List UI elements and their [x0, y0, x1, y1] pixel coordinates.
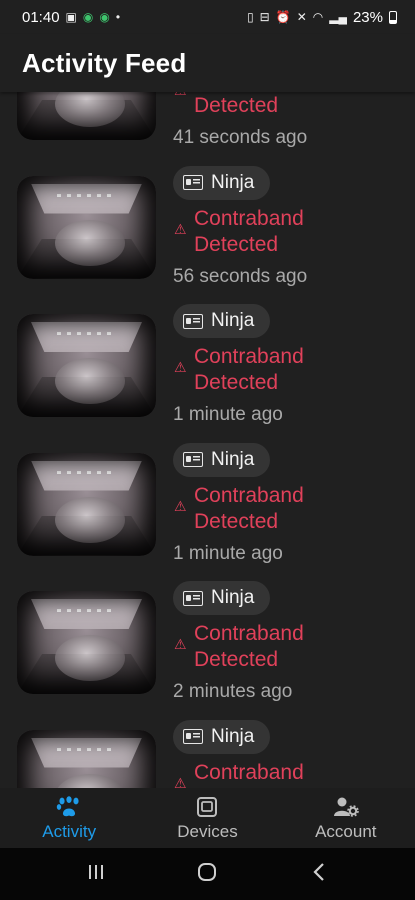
pet-name: Ninja — [211, 448, 255, 470]
mute-icon: ✕ — [296, 10, 307, 24]
snapshot-vignette — [17, 453, 156, 556]
alert-text: Contraband Detected — [194, 622, 304, 671]
pet-name-chip[interactable]: Ninja — [173, 304, 270, 338]
alarm-icon: ⏰ — [275, 10, 291, 24]
home-icon — [197, 862, 217, 887]
paw-icon — [56, 796, 82, 818]
pet-name: Ninja — [211, 587, 255, 608]
status-bar: 01:40 ▣ ◉ ◉ • ▯ ⊟ ⏰ ✕ ◠ ▂▄ 23% — [0, 0, 415, 34]
wifi-calling-icon-2: ◉ — [99, 10, 110, 24]
pet-name: Ninja — [211, 725, 255, 747]
pet-name: Ninja — [211, 310, 255, 331]
app-bar: Activity Feed — [0, 34, 415, 92]
activity-item[interactable]: Ninja ⚠ Contraband Detected 2 minutes ag… — [0, 688, 415, 789]
id-card-icon — [183, 313, 203, 329]
pet-name-chip[interactable]: Ninja — [173, 719, 270, 754]
recents-icon — [87, 864, 105, 885]
status-left: 01:40 ▣ ◉ ◉ • — [22, 9, 120, 26]
camera-snapshot-thumbnail[interactable] — [17, 452, 156, 556]
camera-snapshot-thumbnail[interactable] — [17, 591, 156, 694]
warning-icon: ⚠ — [174, 636, 187, 652]
back-icon — [312, 862, 326, 887]
camera-snapshot-thumbnail[interactable] — [17, 314, 156, 417]
status-right: ▯ ⊟ ⏰ ✕ ◠ ▂▄ 23% — [247, 9, 397, 26]
pet-name-chip[interactable]: Ninja — [173, 165, 270, 200]
more-notifications-dot-icon: • — [115, 10, 121, 24]
nav-account[interactable]: Account — [277, 794, 415, 842]
alert-message: ⚠ Contraband Detected — [174, 621, 324, 673]
back-button[interactable] — [289, 854, 349, 894]
alert-message: ⚠ Contraband Detected — [174, 760, 324, 789]
bed-icon: ⊟ — [259, 10, 270, 24]
alert-text: Contraband Detected — [194, 206, 304, 256]
pet-name-chip[interactable]: Ninja — [173, 581, 270, 615]
nav-account-label: Account — [315, 822, 377, 841]
gallery-notification-icon: ▣ — [65, 10, 77, 24]
alert-message: ⚠ Contraband Detected — [174, 344, 324, 396]
snapshot-vignette — [17, 591, 156, 694]
signal-icon: ▂▄ — [329, 10, 347, 24]
battery-icon — [389, 10, 397, 24]
alert-message: ⚠ Contraband Detected — [174, 206, 324, 258]
activity-item[interactable]: Ninja ⚠ Contraband Detected 41 seconds a… — [0, 92, 415, 148]
activity-item[interactable]: Ninja ⚠ Contraband Detected 2 minutes ag… — [0, 549, 415, 702]
warning-icon: ⚠ — [174, 359, 187, 375]
alert-message: ⚠ Contraband Detected — [174, 483, 324, 535]
warning-icon: ⚠ — [174, 497, 187, 514]
status-time: 01:40 — [22, 8, 60, 26]
alert-message: ⚠ Contraband Detected — [174, 92, 324, 119]
bottom-navigation: Activity Devices Account — [0, 788, 415, 848]
camera-snapshot-thumbnail[interactable] — [17, 175, 156, 279]
wifi-calling-icon: ◉ — [82, 10, 94, 24]
account-settings-icon — [333, 796, 359, 818]
nfc-icon: ▯ — [247, 10, 254, 24]
alert-text: Contraband Detected — [194, 483, 304, 533]
activity-feed-content: Ninja ⚠ Contraband Detected 41 seconds a… — [0, 92, 415, 788]
nav-devices[interactable]: Devices — [138, 794, 276, 842]
wifi-icon: ◠ — [312, 10, 324, 24]
camera-snapshot-thumbnail[interactable] — [17, 729, 156, 789]
id-card-icon — [183, 590, 203, 606]
activity-feed-list[interactable]: Ninja ⚠ Contraband Detected 41 seconds a… — [0, 92, 415, 788]
snapshot-vignette — [17, 730, 156, 789]
id-card-icon — [183, 175, 203, 190]
activity-item[interactable]: Ninja ⚠ Contraband Detected 1 minute ago — [0, 272, 415, 425]
system-navigation-bar — [0, 848, 415, 900]
home-button[interactable] — [177, 854, 237, 894]
device-icon — [196, 796, 218, 818]
nav-devices-label: Devices — [177, 822, 238, 841]
alert-text: Contraband Detected — [194, 94, 279, 117]
warning-icon: ⚠ — [174, 92, 190, 119]
warning-icon: ⚠ — [174, 220, 187, 237]
id-card-icon — [183, 729, 203, 744]
recents-button[interactable] — [66, 854, 126, 894]
nav-activity[interactable]: Activity — [0, 794, 138, 842]
snapshot-vignette — [17, 314, 156, 417]
pet-name-chip[interactable]: Ninja — [173, 442, 270, 477]
pet-name: Ninja — [211, 171, 255, 193]
battery-percent: 23% — [352, 8, 383, 26]
nav-activity-label: Activity — [42, 822, 97, 841]
snapshot-vignette — [17, 176, 156, 279]
activity-item[interactable]: Ninja ⚠ Contraband Detected 56 seconds a… — [0, 134, 415, 287]
alert-text: Contraband Detected — [194, 345, 304, 394]
id-card-icon — [183, 452, 203, 467]
activity-item[interactable]: Ninja ⚠ Contraband Detected 1 minute ago — [0, 411, 415, 564]
warning-icon: ⚠ — [174, 774, 187, 789]
alert-text: Contraband Detected — [194, 760, 304, 789]
page-title: Activity Feed — [22, 47, 187, 78]
